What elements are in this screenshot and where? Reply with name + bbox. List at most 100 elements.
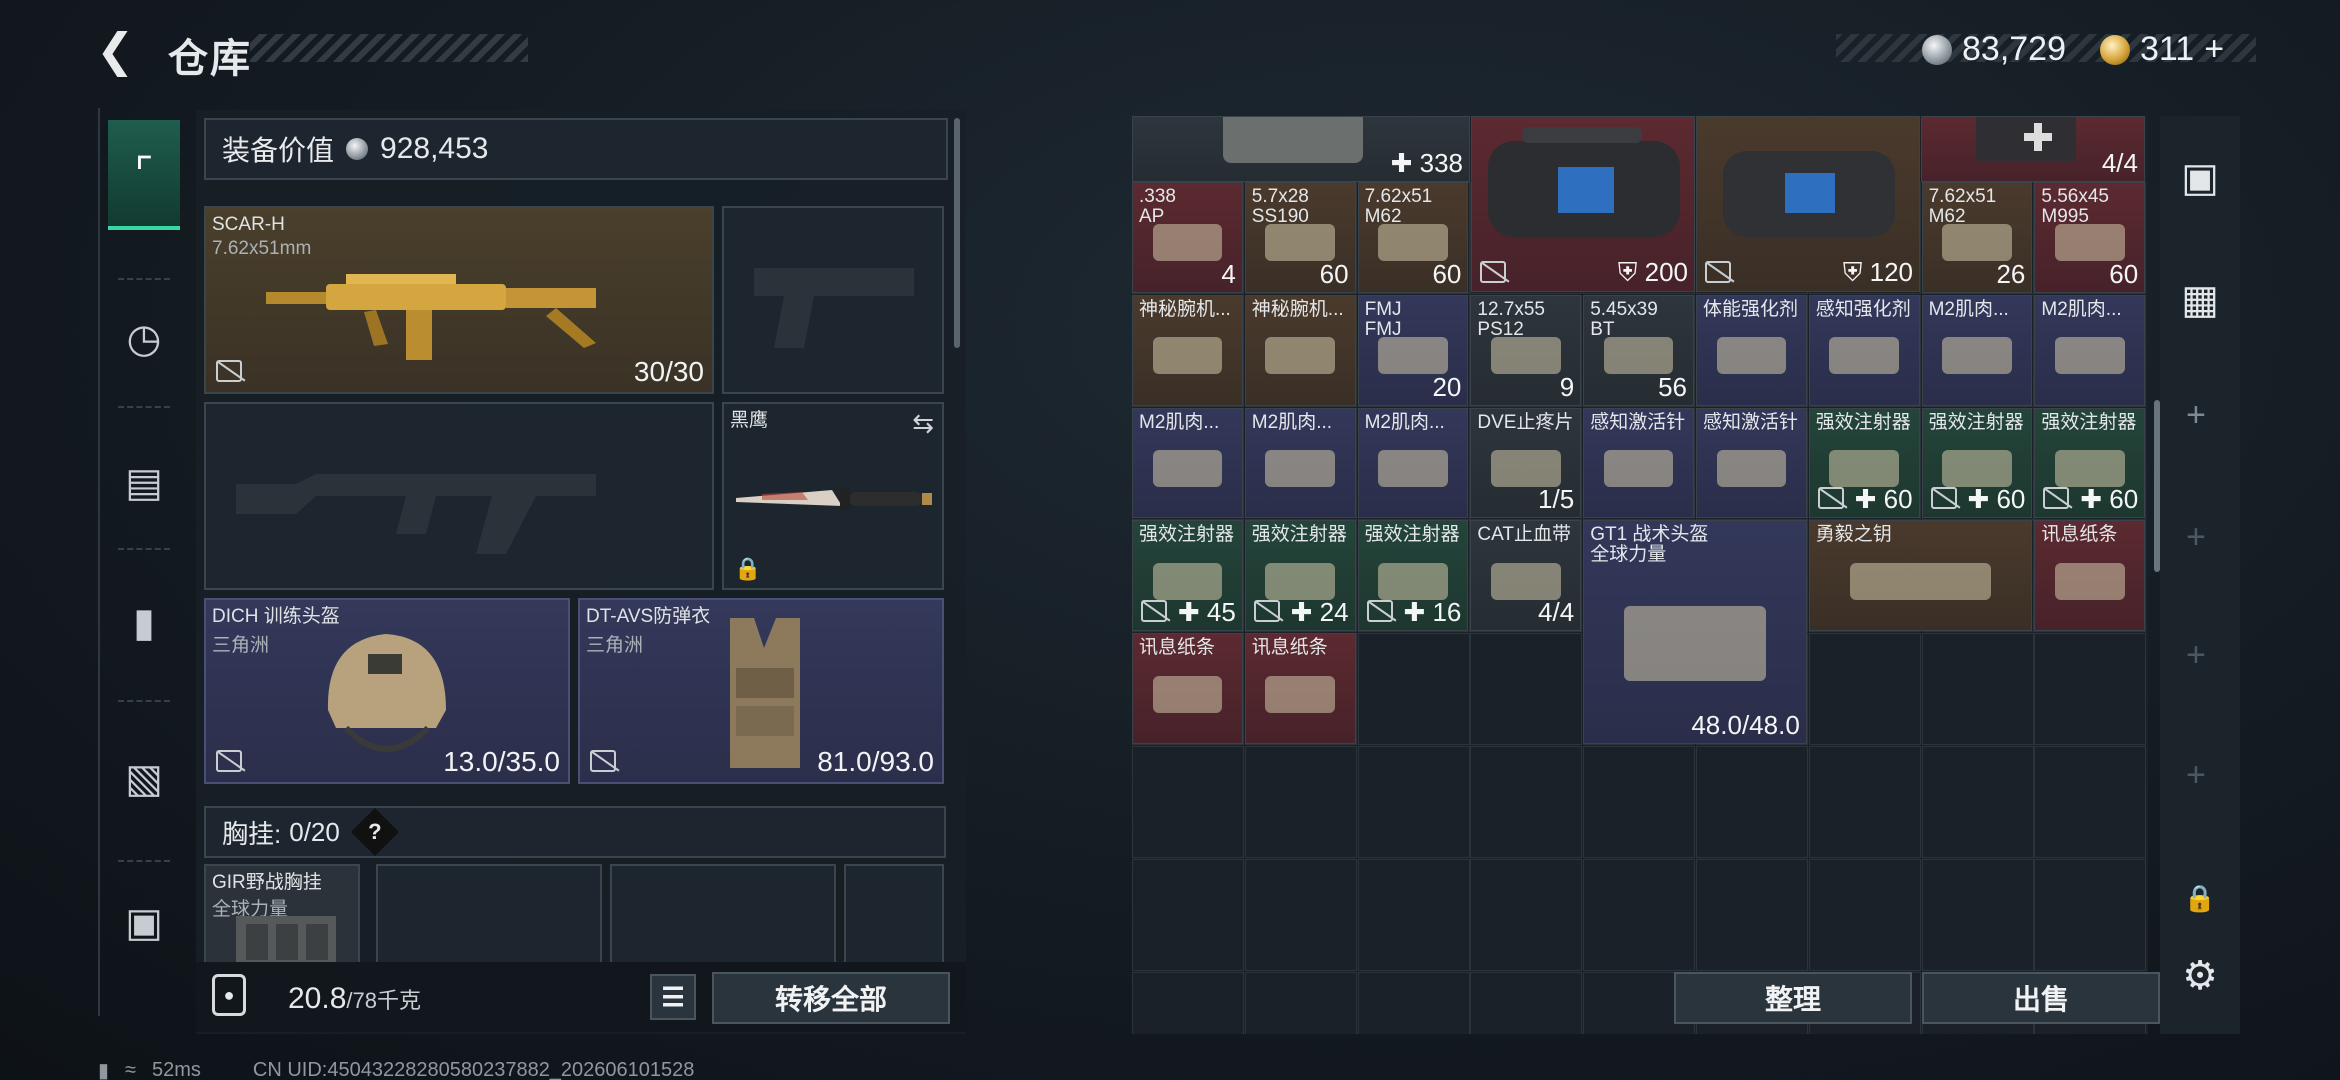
stash-cell[interactable] — [1808, 746, 1921, 858]
stash-item[interactable]: ✚ 338 — [1132, 116, 1470, 182]
stash-item[interactable]: 强效注射器 ✚ 24 — [1244, 520, 1356, 632]
loadout-scrollbar[interactable] — [954, 118, 960, 348]
stash-item[interactable]: M2肌肉... — [1921, 294, 2033, 406]
stash-item[interactable]: 神秘腕机... — [1132, 294, 1243, 406]
stash-item[interactable]: 感知强化剂 — [1808, 294, 1920, 406]
secondary-weapon-slot[interactable] — [204, 402, 714, 590]
stash-cell[interactable] — [1244, 746, 1357, 858]
stash-item[interactable]: 感知激活针 — [1583, 407, 1694, 519]
stash-cell[interactable] — [1583, 858, 1696, 971]
rail-bag[interactable]: ▮ — [108, 568, 180, 678]
stash-cell[interactable] — [1696, 858, 1808, 971]
settings-button[interactable]: ⚙ — [2174, 950, 2226, 1002]
stash-item-bag[interactable]: ⛨ 120 — [1696, 116, 1920, 292]
stash-tab-container[interactable]: ▦ — [2174, 274, 2226, 326]
stash-item[interactable]: 体能强化剂 — [1696, 294, 1807, 406]
stash-tab-safe[interactable]: ▣ — [2174, 152, 2226, 204]
stash-item[interactable]: M2肌肉... — [2034, 294, 2146, 406]
stash-item[interactable]: 讯息纸条 — [1244, 633, 1356, 744]
stash-item[interactable]: CAT止血带 4/4 — [1470, 520, 1582, 632]
help-icon[interactable]: ? — [350, 807, 399, 857]
stash-cell[interactable] — [1470, 858, 1583, 971]
stash-cell[interactable] — [1357, 746, 1470, 858]
helmet-slot[interactable]: DICH 训练头盔 三角洲 13.0/35.0 — [204, 598, 570, 784]
stash-item[interactable]: GT1 战术头盔 全球力量 48.0/48.0 — [1583, 520, 1807, 744]
stash-cell[interactable] — [2034, 633, 2147, 746]
stash-item[interactable]: 5.45x39 BT 56 — [1583, 294, 1694, 406]
stash-item[interactable]: 强效注射器 ✚ 60 — [1921, 407, 2033, 519]
stash-item[interactable]: 强效注射器 ✚ 16 — [1357, 520, 1469, 632]
melee-slot[interactable]: 黑鹰 ⇆ 🔒 — [722, 402, 944, 590]
gold-currency[interactable]: 311 + — [2100, 30, 2224, 69]
list-view-button[interactable]: ☰ — [650, 974, 696, 1020]
rig-pocket[interactable] — [376, 864, 602, 964]
stash-item[interactable]: M2肌肉... — [1132, 407, 1243, 519]
rail-weapons[interactable]: ⌜ — [108, 120, 180, 230]
stash-cell[interactable] — [1132, 746, 1244, 858]
rail-clipboard[interactable]: ▧ — [108, 724, 180, 834]
stash-item[interactable]: 神秘腕机... — [1244, 294, 1356, 406]
sort-button[interactable]: 整理 — [1674, 972, 1912, 1024]
stash-cell[interactable] — [1132, 971, 1244, 1034]
stash-item-bag[interactable]: ⛨ 200 — [1471, 116, 1695, 292]
add-stash-icon[interactable]: + — [2186, 518, 2206, 557]
stash-cell[interactable] — [1808, 633, 1921, 746]
stash-cell[interactable] — [2034, 858, 2147, 971]
stash-item[interactable]: M2肌肉... — [1244, 407, 1356, 519]
pistol-slot[interactable] — [722, 206, 944, 394]
stash-item[interactable]: 感知激活针 — [1696, 407, 1807, 519]
stash-cell[interactable] — [1470, 746, 1583, 858]
sell-button[interactable]: 出售 — [1922, 972, 2160, 1024]
swap-icon[interactable]: ⇆ — [912, 408, 934, 439]
stash-item[interactable]: DVE止疼片 1/5 — [1470, 407, 1582, 519]
rail-toolbox[interactable]: ▣ — [108, 868, 180, 978]
stash-cell[interactable] — [1921, 746, 2034, 858]
stash-cell[interactable] — [1470, 633, 1583, 746]
stash-item[interactable]: 5.56x45 M995 60 — [2034, 182, 2146, 293]
stash-cell[interactable] — [1808, 858, 1921, 971]
stash-item[interactable]: 4/4 — [1921, 116, 2145, 182]
stash-item[interactable]: FMJ FMJ 20 — [1357, 294, 1469, 406]
add-gold-icon[interactable]: + — [2204, 30, 2224, 69]
stash-cell[interactable] — [1583, 746, 1696, 858]
stash-item[interactable]: M2肌肉... — [1357, 407, 1469, 519]
rail-backpack[interactable]: ▤ — [108, 428, 180, 538]
back-icon[interactable]: ❮ — [96, 22, 140, 78]
item-image — [1829, 337, 1899, 375]
stash-item[interactable]: 强效注射器 ✚ 60 — [2034, 407, 2146, 519]
stash-cell[interactable] — [2034, 746, 2147, 858]
stash-item[interactable]: .338 AP 4 — [1132, 182, 1243, 293]
add-stash-icon[interactable]: + — [2186, 396, 2206, 435]
stash-item[interactable]: 12.7x55 PS12 9 — [1470, 294, 1582, 406]
stash-cell[interactable] — [1921, 633, 2034, 746]
rig-item-name: GIR野战胸挂 — [212, 872, 322, 893]
stash-item[interactable]: 7.62x51 M62 60 — [1357, 182, 1469, 293]
add-stash-icon[interactable]: + — [2186, 756, 2206, 795]
primary-weapon-slot[interactable]: SCAR-H 7.62x51mm 30/30 — [204, 206, 714, 394]
item-quantity: 26 — [1996, 258, 2026, 289]
add-stash-icon[interactable]: + — [2186, 636, 2206, 675]
stash-cell[interactable] — [1244, 858, 1357, 971]
stash-item[interactable]: 强效注射器 ✚ 60 — [1808, 407, 1920, 519]
rail-armor[interactable]: ◷ — [108, 284, 180, 394]
item-quantity: 1/5 — [1538, 484, 1575, 515]
stash-cell[interactable] — [1132, 858, 1244, 971]
stash-cell[interactable] — [1696, 746, 1808, 858]
stash-item[interactable]: 5.7x28 SS190 60 — [1244, 182, 1356, 293]
stash-item[interactable]: 讯息纸条 — [1132, 633, 1243, 744]
armor-slot[interactable]: DT-AVS防弹衣 三角洲 81.0/93.0 — [578, 598, 944, 784]
stash-item[interactable]: 讯息纸条 — [2034, 520, 2146, 632]
stash-cell[interactable] — [1357, 971, 1470, 1034]
stash-item[interactable]: 强效注射器 ✚ 45 — [1132, 520, 1243, 632]
transfer-all-button[interactable]: 转移全部 — [712, 972, 950, 1024]
stash-item[interactable]: 勇毅之钥 — [1808, 520, 2033, 632]
stash-cell[interactable] — [1921, 858, 2034, 971]
stash-cell[interactable] — [1357, 858, 1470, 971]
rig-pocket[interactable] — [610, 864, 836, 964]
stash-item[interactable]: 7.62x51 M62 26 — [1921, 182, 2033, 293]
stash-cell[interactable] — [1244, 971, 1357, 1034]
stash-cell[interactable] — [1357, 633, 1470, 746]
rig-pocket[interactable] — [844, 864, 944, 964]
rig-item[interactable]: GIR野战胸挂 全球力量 — [204, 864, 360, 966]
stash-cell[interactable] — [1470, 971, 1583, 1034]
